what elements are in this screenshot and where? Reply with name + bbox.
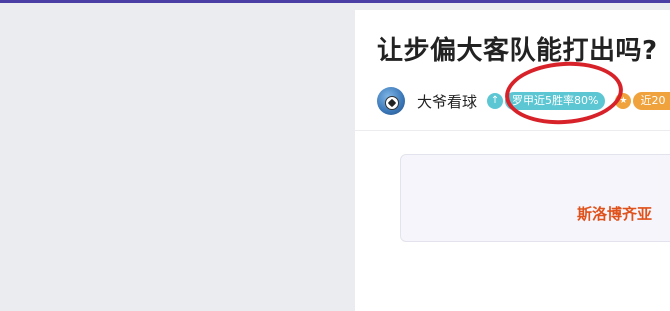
author-name[interactable]: 大爷看球 — [417, 91, 477, 112]
star-icon: ★ — [615, 93, 632, 109]
team-name: 斯洛博齐亚 — [577, 205, 653, 223]
article-panel: 让步偏大客队能打出吗? 大爷看球 ↑ 罗甲近5胜率80% ★ 近20 斯洛博齐亚 — [355, 10, 670, 311]
divider — [355, 130, 670, 131]
author-row: 大爷看球 ↑ 罗甲近5胜率80% ★ 近20 — [377, 85, 670, 117]
match-card[interactable]: 斯洛博齐亚 — [400, 154, 670, 242]
win-rate-badge: 罗甲近5胜率80% — [505, 92, 606, 110]
window-top-bar — [0, 0, 670, 3]
up-arrow-icon: ↑ — [487, 93, 504, 109]
avatar[interactable] — [377, 87, 405, 115]
soccer-ball-icon — [385, 96, 399, 110]
article-title: 让步偏大客队能打出吗? — [377, 36, 658, 66]
recent-record-badge: 近20 — [633, 92, 670, 110]
